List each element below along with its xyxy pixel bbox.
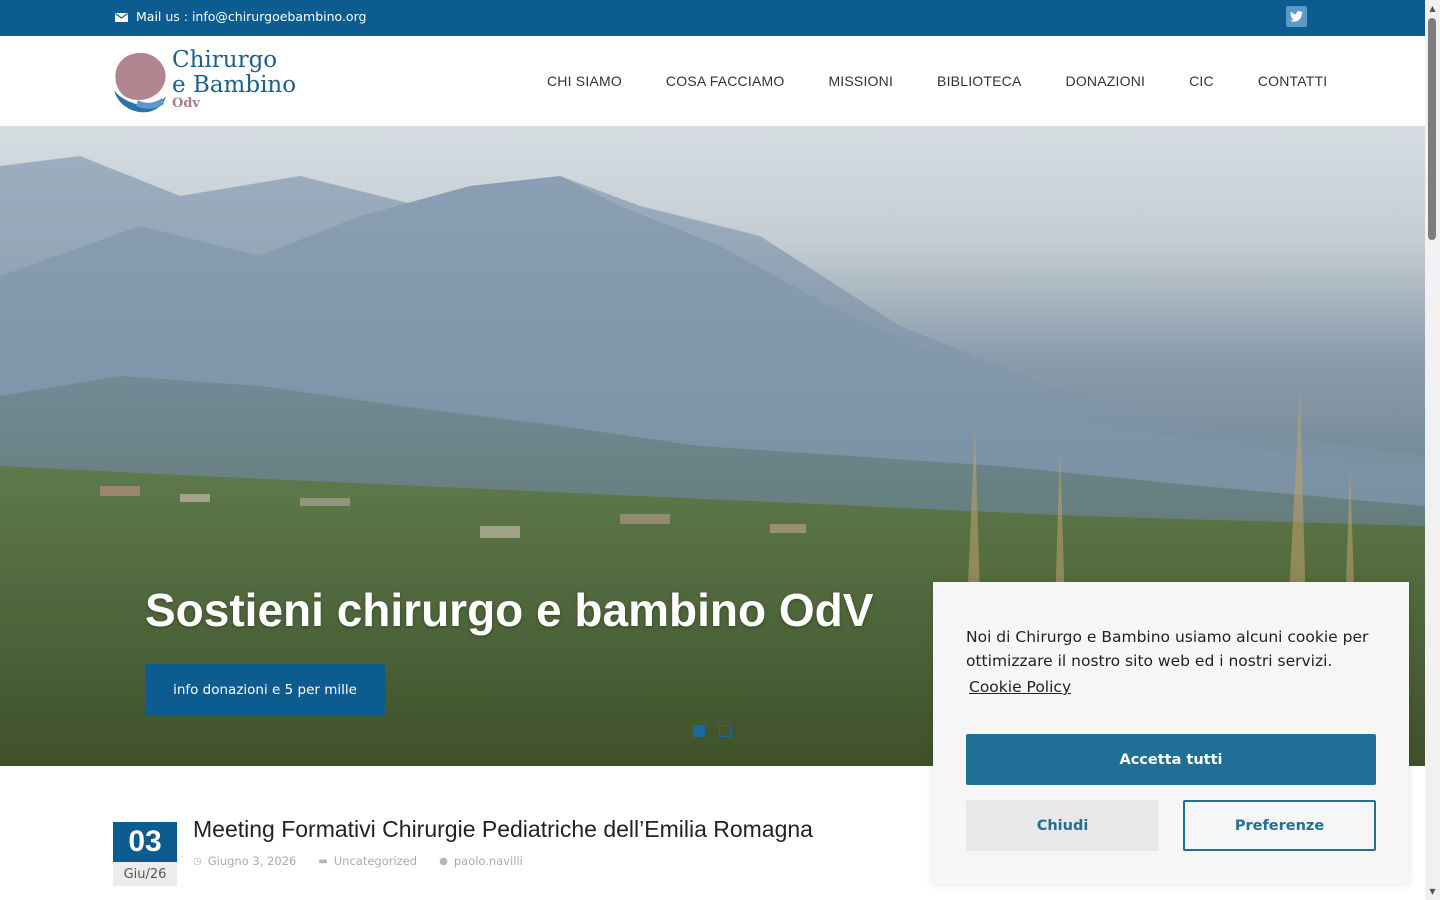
- page-scrollbar[interactable]: ▲ ▼: [1425, 0, 1440, 900]
- nav-item-contatti[interactable]: CONTATTI: [1258, 73, 1328, 89]
- twitter-icon[interactable]: [1286, 6, 1307, 27]
- cookie-banner: Noi di Chirurgo e Bambino usiamo alcuni …: [933, 582, 1409, 884]
- slider-dot-1[interactable]: [693, 725, 705, 737]
- slider-dot-2[interactable]: [719, 725, 731, 737]
- post-date-badge: 03 Giu/26: [113, 822, 177, 886]
- site-header: Chirurgo e Bambino Odv CHI SIAMO COSA FA…: [0, 36, 1425, 126]
- top-bar: Mail us : info@chirurgoebambino.org: [0, 0, 1425, 36]
- nav-item-cosa-facciamo[interactable]: COSA FACCIAMO: [666, 73, 785, 89]
- scroll-up-arrow-icon[interactable]: ▲: [1428, 4, 1437, 13]
- slider-pagination: [693, 725, 745, 737]
- donation-info-button[interactable]: info donazioni e 5 per mille: [145, 664, 385, 715]
- logo-mark-icon: [114, 52, 166, 113]
- cookie-policy-link[interactable]: Cookie Policy: [969, 678, 1071, 696]
- post-title[interactable]: Meeting Formativi Chirurgie Pediatriche …: [193, 816, 813, 843]
- scroll-down-arrow-icon[interactable]: ▼: [1428, 887, 1437, 896]
- nav-item-chi-siamo[interactable]: CHI SIAMO: [547, 73, 622, 89]
- post-meta: ◷ Giugno 3, 2026 ▬ Uncategorized ● paolo…: [193, 854, 545, 868]
- nav-item-cic[interactable]: CIC: [1189, 73, 1214, 89]
- main-nav: CHI SIAMO COSA FACCIAMO MISSIONI BIBLIOT…: [525, 36, 1349, 126]
- clock-icon: ◷: [193, 855, 202, 867]
- logo-text-line1: Chirurgo: [172, 47, 278, 73]
- post-category[interactable]: Uncategorized: [334, 854, 417, 868]
- mail-text: Mail us : info@chirurgoebambino.org: [136, 9, 367, 24]
- site-logo[interactable]: Chirurgo e Bambino Odv: [112, 48, 302, 116]
- close-button[interactable]: Chiudi: [966, 800, 1159, 851]
- nav-item-missioni[interactable]: MISSIONI: [828, 73, 893, 89]
- cookie-message: Noi di Chirurgo e Bambino usiamo alcuni …: [966, 628, 1369, 670]
- user-icon: ●: [439, 855, 448, 867]
- post-month-year: Giu/26: [113, 862, 177, 886]
- envelope-icon: [115, 13, 128, 22]
- post-day: 03: [113, 822, 177, 862]
- logo-text-odv: Odv: [172, 96, 200, 111]
- post-date[interactable]: Giugno 3, 2026: [208, 854, 297, 868]
- accept-all-button[interactable]: Accetta tutti: [966, 734, 1376, 785]
- hero-title: Sostieni chirurgo e bambino OdV: [145, 584, 874, 636]
- folder-icon: ▬: [318, 855, 328, 867]
- nav-item-donazioni[interactable]: DONAZIONI: [1066, 73, 1146, 89]
- post-entry: 03 Giu/26 Meeting Formativi Chirurgie Pe…: [113, 816, 913, 900]
- mail-contact[interactable]: Mail us : info@chirurgoebambino.org: [115, 9, 366, 24]
- nav-item-biblioteca[interactable]: BIBLIOTECA: [937, 73, 1021, 89]
- post-author[interactable]: paolo.navilli: [454, 854, 523, 868]
- preferences-button[interactable]: Preferenze: [1183, 800, 1376, 851]
- logo-text-line2: e Bambino: [172, 72, 297, 98]
- scrollbar-thumb[interactable]: [1428, 18, 1436, 240]
